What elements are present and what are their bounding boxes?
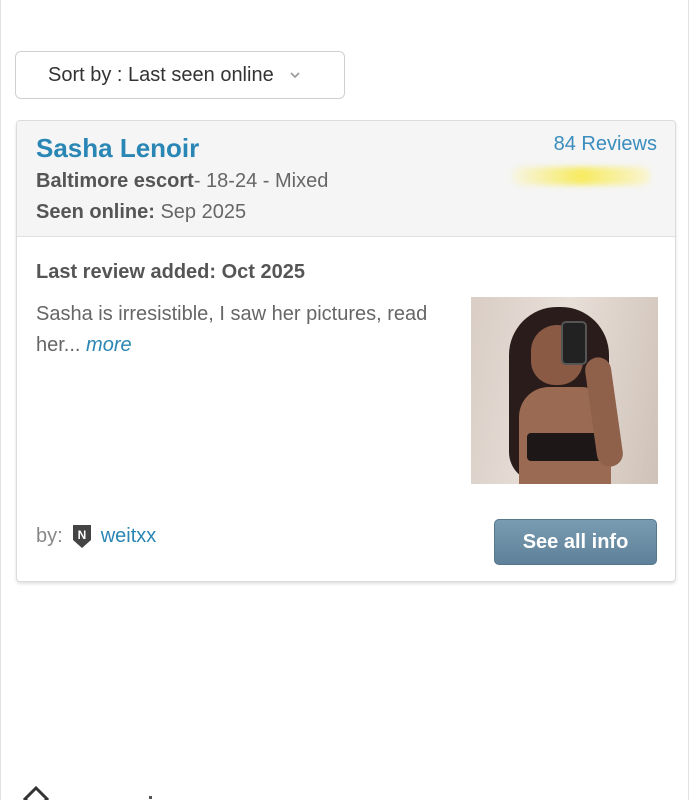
listing-name-link[interactable]: Sasha Lenoir <box>36 133 199 164</box>
listing-header: Sasha Lenoir 84 Reviews Baltimore escort… <box>17 121 675 237</box>
review-byline: by: N weitxx <box>36 519 156 553</box>
n-shield-icon: N <box>71 522 93 550</box>
seen-online: Seen online: Sep 2025 <box>36 201 246 224</box>
listing-card: Sasha Lenoir 84 Reviews Baltimore escort… <box>16 120 676 582</box>
sort-label: Sort by : Last seen online <box>48 63 274 86</box>
svg-text:N: N <box>77 528 86 542</box>
phone-in-photo <box>561 321 587 365</box>
reviews-count-link[interactable]: 84 Reviews <box>554 133 657 156</box>
more-link[interactable]: more <box>86 334 132 356</box>
see-all-info-button[interactable]: See all info <box>494 519 657 565</box>
listing-details: Baltimore escort- 18-24 - Mixed <box>36 170 328 193</box>
seen-online-label: Seen online: <box>36 201 155 223</box>
listing-location: Baltimore escort <box>36 170 194 192</box>
rating-stars-blurred <box>511 167 651 185</box>
footer-dot <box>149 796 152 799</box>
listing-age-ethnicity: - 18-24 - Mixed <box>193 170 329 192</box>
chevron-down-icon <box>288 68 302 82</box>
footer-logo-icon <box>22 785 50 800</box>
last-review-date: Last review added: Oct 2025 <box>36 261 306 283</box>
by-label: by: <box>36 524 63 547</box>
reviewer-link[interactable]: weitxx <box>101 525 157 548</box>
review-excerpt: Sasha is irresistible, I saw her picture… <box>36 299 456 361</box>
seen-online-value: Sep 2025 <box>160 201 247 223</box>
page: Sort by : Last seen online Sasha Lenoir … <box>0 0 689 800</box>
sort-dropdown[interactable]: Sort by : Last seen online <box>15 51 345 99</box>
listing-photo[interactable] <box>471 297 658 484</box>
